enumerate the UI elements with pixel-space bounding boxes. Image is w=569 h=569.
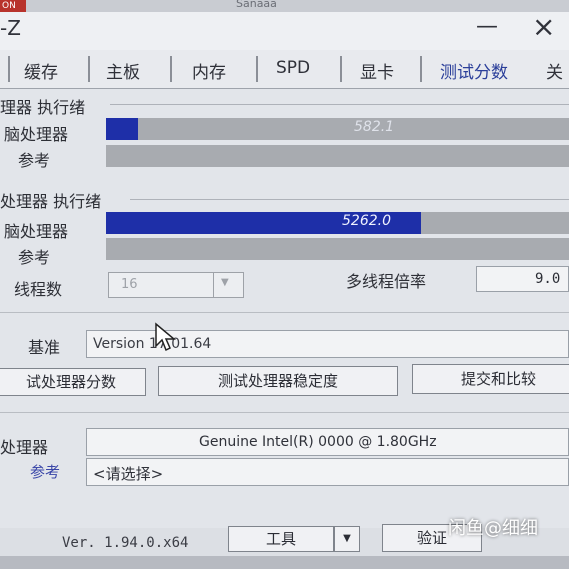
submit-compare-button[interactable]: 提交和比较 — [412, 364, 569, 394]
tab-separator — [8, 56, 10, 82]
tab-separator — [170, 56, 172, 82]
watermark-text: 闲鱼@细细 — [448, 518, 538, 539]
minimize-button[interactable]: — — [476, 14, 498, 39]
benchmark-version: Version 17.01.64 — [93, 336, 212, 352]
tab-separator — [256, 56, 258, 82]
tab-spd[interactable]: SPD — [276, 58, 310, 78]
threads-label: 线程数 — [14, 280, 63, 299]
red-taskbar-tab[interactable]: ON — [0, 0, 26, 12]
benchmark-label: 基准 — [28, 338, 61, 357]
chevron-down-icon[interactable]: ▼ — [221, 277, 229, 288]
processor-field: Genuine Intel(R) 0000 @ 1.80GHz — [86, 428, 569, 456]
multi-thread-section-title: 处理器 执行绪 — [0, 192, 102, 211]
processor-label: 处理器 — [0, 438, 49, 457]
multi-ref-label: 参考 — [18, 248, 51, 267]
tab-separator — [340, 56, 342, 82]
version-text: Ver. 1.94.0.x64 — [62, 535, 189, 551]
tab-separator — [88, 56, 90, 82]
tab-cache[interactable]: 缓存 — [24, 58, 58, 83]
top-strip — [0, 0, 569, 12]
single-cpu-bar-fill — [106, 118, 138, 140]
stress-cpu-button[interactable]: 测试处理器稳定度 — [158, 366, 398, 396]
taskbar-strip — [0, 556, 569, 569]
single-cpu-value: 582.1 — [354, 119, 395, 135]
bench-cpu-button[interactable]: 试处理器分数 — [0, 368, 146, 396]
section-divider — [130, 199, 569, 200]
threads-select[interactable]: 16 ▼ — [108, 272, 244, 298]
single-ref-label: 参考 — [18, 151, 51, 170]
tab-mainboard[interactable]: 主板 — [106, 58, 140, 83]
tab-bench[interactable]: 测试分数 — [440, 58, 508, 83]
multi-cpu-label: 脑处理器 — [4, 222, 69, 241]
top-strip-text: Sanaaa — [236, 0, 277, 10]
ratio-label: 多线程倍率 — [346, 272, 427, 291]
tab-graphics[interactable]: 显卡 — [360, 58, 394, 83]
close-button[interactable]: × — [532, 10, 555, 43]
reference-select[interactable]: <请选择> — [86, 458, 569, 486]
single-ref-bar — [106, 145, 569, 167]
threads-value: 16 — [121, 277, 138, 292]
single-thread-section-title: 理器 执行绪 — [0, 98, 86, 117]
multi-cpu-bar-track: 5262.0 — [106, 212, 569, 234]
reference-value: <请选择> — [93, 465, 164, 483]
reference-label: 参考 — [30, 463, 61, 481]
select-divider — [213, 273, 214, 297]
ratio-field: 9.0 — [476, 266, 569, 292]
mouse-cursor-icon — [155, 322, 176, 352]
tab-memory[interactable]: 内存 — [192, 58, 226, 83]
single-cpu-label: 脑处理器 — [4, 125, 69, 144]
section-divider — [110, 104, 569, 105]
divider — [0, 312, 569, 313]
multi-cpu-value: 5262.0 — [342, 213, 391, 229]
processor-value: Genuine Intel(R) 0000 @ 1.80GHz — [199, 434, 437, 450]
ratio-value: 9.0 — [535, 271, 561, 287]
multi-ref-bar — [106, 238, 569, 260]
divider — [0, 412, 569, 413]
tab-about[interactable]: 关 — [546, 58, 563, 83]
tab-separator — [420, 56, 422, 82]
window-title: -Z — [0, 16, 21, 40]
tools-dropdown-button[interactable]: ▼ — [334, 526, 360, 552]
single-cpu-bar-track: 582.1 — [106, 118, 569, 140]
tools-button[interactable]: 工具 — [228, 526, 334, 552]
